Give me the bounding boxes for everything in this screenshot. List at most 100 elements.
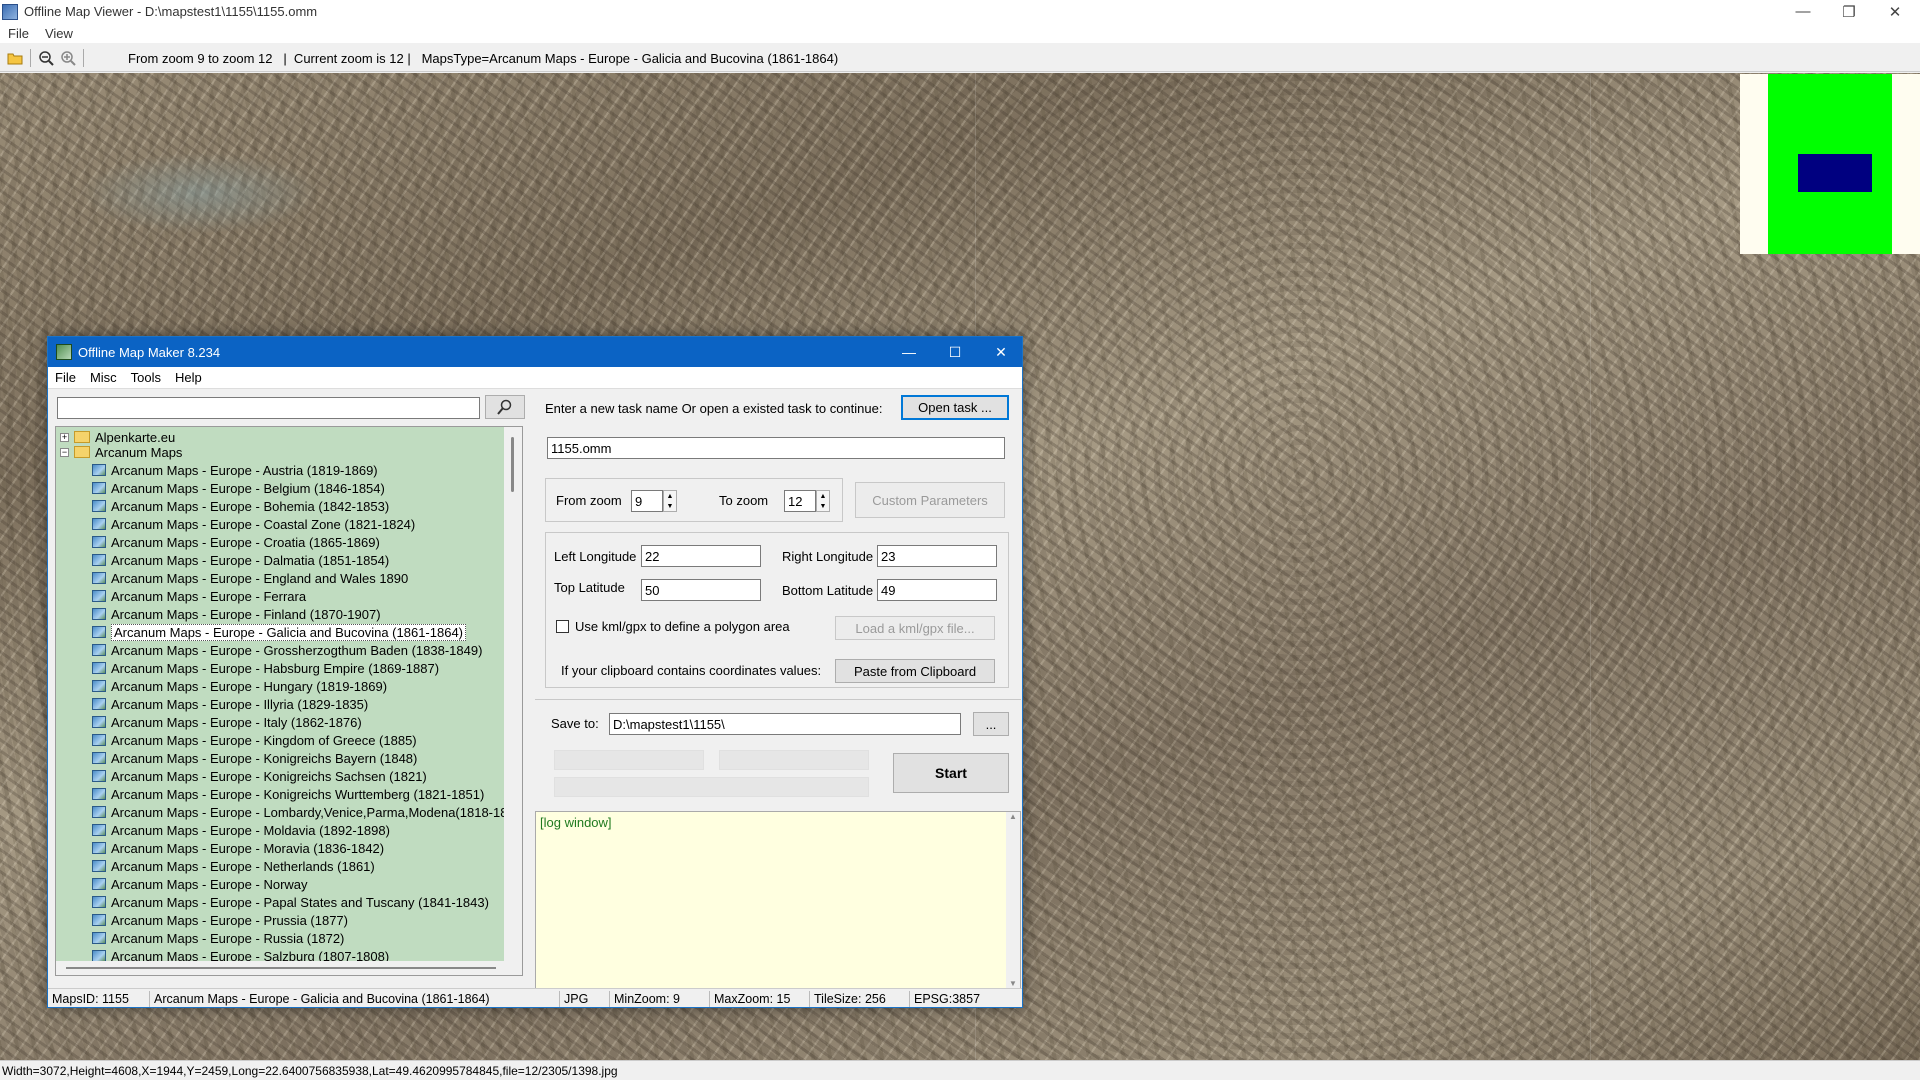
tree-item[interactable]: Arcanum Maps - Europe - Prussia (1877) <box>92 911 348 929</box>
start-button[interactable]: Start <box>893 753 1009 793</box>
dialog-status-bar: MapsID: 1155 Arcanum Maps - Europe - Gal… <box>48 988 1022 1008</box>
scrollbar-thumb[interactable] <box>66 967 496 969</box>
dialog-menu-misc[interactable]: Misc <box>83 370 124 385</box>
tree-item[interactable]: Arcanum Maps - Europe - Galicia and Buco… <box>92 623 467 641</box>
tree-item-label: Arcanum Maps - Europe - Prussia (1877) <box>111 912 348 928</box>
tree-vertical-scrollbar[interactable] <box>504 427 522 975</box>
from-zoom-spinner[interactable]: ▲ ▼ <box>663 490 677 512</box>
tree-item-label: Arcanum Maps - Europe - Ferrara <box>111 588 307 604</box>
tree-item[interactable]: Arcanum Maps - Europe - Lombardy,Venice,… <box>92 803 522 821</box>
minimap[interactable] <box>1740 74 1920 254</box>
from-zoom-input[interactable] <box>631 490 663 512</box>
tree-item[interactable]: Arcanum Maps - Europe - Konigreichs Wurt… <box>92 785 484 803</box>
tree-item[interactable]: Arcanum Maps - Europe - Finland (1870-19… <box>92 605 381 623</box>
tree-item[interactable]: Arcanum Maps - Europe - Moravia (1836-18… <box>92 839 384 857</box>
folder-icon <box>74 431 90 443</box>
dialog-app-icon <box>56 344 72 360</box>
spin-up-icon[interactable]: ▲ <box>820 493 827 500</box>
map-icon <box>92 500 106 512</box>
menu-file[interactable]: File <box>0 26 37 41</box>
tree-item[interactable]: Arcanum Maps - Europe - Italy (1862-1876… <box>92 713 362 731</box>
scroll-down-icon[interactable]: ▼ <box>1009 979 1017 988</box>
task-prompt: Enter a new task name Or open a existed … <box>545 401 883 416</box>
tree-item[interactable]: Arcanum Maps - Europe - England and Wale… <box>92 569 408 587</box>
map-icon <box>92 482 106 494</box>
tree-item-label: Arcanum Maps - Europe - Austria (1819-18… <box>111 462 378 478</box>
tree-item[interactable]: Arcanum Maps - Europe - Bohemia (1842-18… <box>92 497 389 515</box>
progress-bar-total <box>554 777 869 797</box>
spin-down-icon[interactable]: ▼ <box>667 503 674 510</box>
tree-item[interactable]: Arcanum Maps - Europe - Dalmatia (1851-1… <box>92 551 389 569</box>
tree-node[interactable]: − Arcanum Maps <box>60 443 182 461</box>
tree-item[interactable]: Arcanum Maps - Europe - Habsburg Empire … <box>92 659 439 677</box>
tree-item-label: Arcanum Maps - Europe - Bohemia (1842-18… <box>111 498 390 514</box>
tree-item-label: Arcanum Maps - Europe - Moldavia (1892-1… <box>111 822 390 838</box>
map-icon <box>92 464 106 476</box>
zoom-in-icon[interactable] <box>57 47 79 69</box>
tree-item[interactable]: Arcanum Maps - Europe - Konigreichs Baye… <box>92 749 417 767</box>
paste-clipboard-button[interactable]: Paste from Clipboard <box>835 659 995 683</box>
map-icon <box>92 572 106 584</box>
tree-item[interactable]: Arcanum Maps - Europe - Norway <box>92 875 308 893</box>
tree-item[interactable]: Arcanum Maps - Europe - Austria (1819-18… <box>92 461 378 479</box>
tree-item[interactable]: Arcanum Maps - Europe - Russia (1872) <box>92 929 344 947</box>
dialog-menu-help[interactable]: Help <box>168 370 209 385</box>
dialog-maximize-button[interactable]: ☐ <box>932 337 978 367</box>
log-scrollbar[interactable]: ▲ ▼ <box>1006 812 1020 988</box>
minimize-button[interactable]: — <box>1780 0 1826 23</box>
right-longitude-input[interactable] <box>877 545 997 567</box>
tree-item-label: Arcanum Maps - Europe - Galicia and Buco… <box>111 623 467 641</box>
tree-item[interactable]: Arcanum Maps - Europe - Illyria (1829-18… <box>92 695 368 713</box>
bottom-latitude-input[interactable] <box>877 579 997 601</box>
from-zoom-label: From zoom <box>556 493 622 508</box>
load-kml-button[interactable]: Load a kml/gpx file... <box>835 616 995 640</box>
tree-item[interactable]: Arcanum Maps - Europe - Netherlands (186… <box>92 857 375 875</box>
tree-item-label: Arcanum Maps - Europe - Norway <box>111 876 308 892</box>
tree-item[interactable]: Arcanum Maps - Europe - Hungary (1819-18… <box>92 677 387 695</box>
zoom-out-icon[interactable] <box>35 47 57 69</box>
tree-item[interactable]: Arcanum Maps - Europe - Moldavia (1892-1… <box>92 821 390 839</box>
tree-item[interactable]: Arcanum Maps - Europe - Coastal Zone (18… <box>92 515 415 533</box>
search-button[interactable] <box>485 395 525 419</box>
top-latitude-input[interactable] <box>641 579 761 601</box>
scrollbar-thumb[interactable] <box>511 437 514 492</box>
tree-item[interactable]: Arcanum Maps - Europe - Croatia (1865-18… <box>92 533 380 551</box>
tree-item[interactable]: Arcanum Maps - Europe - Grossherzogthum … <box>92 641 482 659</box>
save-path-input[interactable] <box>609 713 961 735</box>
tree-item[interactable]: Arcanum Maps - Europe - Kingdom of Greec… <box>92 731 417 749</box>
left-longitude-input[interactable] <box>641 545 761 567</box>
custom-parameters-button[interactable]: Custom Parameters <box>855 482 1005 518</box>
to-zoom-label: To zoom <box>719 493 769 508</box>
spin-up-icon[interactable]: ▲ <box>667 493 674 500</box>
tree-item[interactable]: Arcanum Maps - Europe - Ferrara <box>92 587 306 605</box>
map-search-input[interactable] <box>57 397 480 419</box>
menu-view[interactable]: View <box>37 26 81 41</box>
tree-item[interactable]: Arcanum Maps - Europe - Belgium (1846-18… <box>92 479 385 497</box>
dialog-minimize-button[interactable]: — <box>886 337 932 367</box>
dialog-menu-tools[interactable]: Tools <box>124 370 168 385</box>
open-folder-icon[interactable] <box>4 47 26 69</box>
map-type-tree[interactable]: + Alpenkarte.eu − Arcanum Maps Arcanum M… <box>55 426 523 976</box>
restore-button[interactable]: ❐ <box>1826 0 1872 23</box>
collapse-icon[interactable]: − <box>60 447 69 457</box>
task-name-input[interactable] <box>547 437 1005 459</box>
to-zoom-spinner[interactable]: ▲ ▼ <box>816 490 830 512</box>
tree-item-label: Arcanum Maps - Europe - Moravia (1836-18… <box>111 840 385 856</box>
browse-button[interactable]: ... <box>973 712 1009 736</box>
tree-item[interactable]: Arcanum Maps - Europe - Konigreichs Sach… <box>92 767 427 785</box>
dialog-menu-file[interactable]: File <box>48 370 83 385</box>
close-button[interactable]: ✕ <box>1872 0 1918 23</box>
tree-item[interactable]: Arcanum Maps - Europe - Papal States and… <box>92 893 489 911</box>
open-task-button[interactable]: Open task ... <box>901 395 1009 420</box>
expand-icon[interactable]: + <box>60 432 69 442</box>
tree-item-label: Arcanum Maps - Europe - Papal States and… <box>111 894 489 910</box>
map-icon <box>92 644 106 656</box>
kml-checkbox[interactable] <box>556 620 569 633</box>
to-zoom-input[interactable] <box>784 490 816 512</box>
status-tile-size: TileSize: 256 <box>810 990 910 1007</box>
dialog-close-button[interactable]: ✕ <box>978 337 1024 367</box>
tree-horizontal-scrollbar[interactable] <box>56 961 522 975</box>
log-window[interactable]: [log window] ▲ ▼ <box>535 811 1021 989</box>
spin-down-icon[interactable]: ▼ <box>820 503 827 510</box>
scroll-up-icon[interactable]: ▲ <box>1009 812 1017 821</box>
